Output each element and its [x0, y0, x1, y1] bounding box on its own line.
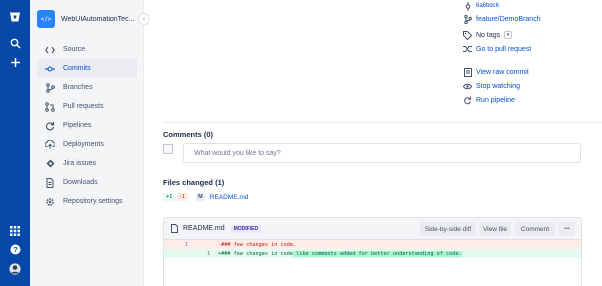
- sidebar-item-label: Branches: [63, 84, 93, 91]
- section-divider: [163, 122, 602, 123]
- sidebar-item-downloads[interactable]: Downloads: [37, 173, 137, 192]
- pull-request-row: Go to pull request: [463, 43, 531, 55]
- watch-row: Stop watching: [463, 80, 520, 92]
- comment-button[interactable]: Comment: [515, 222, 555, 236]
- user-avatar[interactable]: [8, 262, 22, 276]
- diff-code-highlight: like comments added for better understan…: [292, 250, 462, 257]
- sidebar-nav: Source Commits Branches Pull requests Pi…: [37, 40, 137, 211]
- sidebar-item-label: Source: [63, 46, 86, 53]
- files-changed-title: Files changed (1): [163, 178, 225, 187]
- changed-file-link[interactable]: README.md: [210, 194, 249, 201]
- pipeline-icon: [463, 96, 472, 105]
- repo-header[interactable]: </> WebUIAutomationTec...: [37, 7, 137, 31]
- pipelines-icon: [45, 121, 55, 131]
- collapse-sidebar-button[interactable]: ‹: [138, 13, 150, 25]
- commits-icon: [45, 64, 55, 74]
- eye-icon: [463, 82, 472, 91]
- sidebar-item-label: Pull requests: [63, 103, 104, 110]
- chevron-left-icon: ‹: [142, 15, 146, 23]
- tag-icon: [463, 30, 472, 40]
- comment-input[interactable]: What would you like to say?: [183, 143, 581, 163]
- global-navigation: ?: [0, 0, 30, 286]
- sidebar-item-pull-requests[interactable]: Pull requests: [37, 97, 137, 116]
- diff-status-lozenge: MODIFIED: [230, 224, 262, 233]
- sidebar-item-branches[interactable]: Branches: [37, 78, 137, 97]
- more-actions-button[interactable]: •••: [559, 222, 575, 236]
- branch-link[interactable]: feature/DemoBranch: [476, 16, 541, 23]
- diff-line-added: 1 +### few changes in code like comments…: [164, 249, 581, 258]
- create-plus-icon[interactable]: [8, 55, 22, 69]
- svg-text:?: ?: [13, 245, 18, 254]
- comment-author-avatar: [163, 144, 173, 154]
- sidebar-item-source[interactable]: Source: [37, 40, 137, 59]
- repo-avatar-icon: </>: [37, 10, 55, 28]
- branch-icon: [463, 14, 472, 24]
- tags-label: No tags: [476, 31, 501, 39]
- jira-icon: [45, 159, 55, 169]
- file-icon: [170, 224, 178, 233]
- search-icon[interactable]: [8, 36, 22, 50]
- sidebar-item-label: Commits: [63, 65, 91, 72]
- sidebar-item-label: Pipelines: [63, 122, 92, 129]
- go-to-pull-request-link[interactable]: Go to pull request: [476, 46, 531, 53]
- deployments-icon: [45, 140, 55, 150]
- diff-line-removed: 1 -### few changes in code.: [164, 240, 581, 249]
- sidebar-item-pipelines[interactable]: Pipelines: [37, 116, 137, 135]
- diff-code: -### few changes in code.: [218, 242, 296, 248]
- sidebar-item-label: Jira issues: [63, 160, 97, 167]
- app-switcher-icon[interactable]: [8, 224, 22, 238]
- sidebar-item-commits[interactable]: Commits: [37, 59, 137, 78]
- view-raw-commit-link[interactable]: View raw commit: [476, 69, 529, 76]
- repo-name[interactable]: WebUIAutomationTec...: [61, 16, 135, 23]
- sidebar-item-label: Repository settings: [63, 198, 123, 205]
- modified-status-badge: M: [196, 193, 205, 201]
- bitbucket-logo-icon[interactable]: [8, 10, 22, 24]
- pull-requests-icon: [45, 101, 55, 112]
- commit-hash[interactable]: 6a6bdc6: [476, 3, 499, 9]
- diff-code-text: ### few changes in code.: [221, 241, 297, 248]
- sidebar-item-repository-settings[interactable]: Repository settings: [37, 192, 137, 211]
- diff-code-text: ### few changes in code: [221, 250, 293, 257]
- sidebar-item-label: Downloads: [63, 179, 98, 186]
- run-pipeline-row: Run pipeline: [463, 94, 515, 106]
- project-sidebar: </> WebUIAutomationTec... Source Commits…: [30, 0, 144, 286]
- shuffle-pull-request-icon: [463, 45, 472, 54]
- diff-header: README.md MODIFIED Side-by-side diff Vie…: [164, 218, 581, 240]
- branches-icon: [45, 82, 55, 93]
- downloads-icon: [45, 177, 55, 188]
- diff-code: +### few changes in code like comments a…: [218, 250, 462, 257]
- old-line-number: 1: [184, 241, 188, 248]
- commit-icon: [463, 1, 472, 11]
- deletions-badge: -1: [177, 193, 189, 201]
- tags-row: No tags ▾: [463, 29, 513, 41]
- sidebar-item-deployments[interactable]: Deployments: [37, 135, 137, 154]
- settings-gear-icon: [45, 197, 55, 207]
- tags-dropdown-button[interactable]: ▾: [504, 31, 513, 39]
- additions-badge: +1: [163, 193, 176, 201]
- commit-hash-row: 6a6bdc6: [463, 0, 499, 12]
- raw-commit-row: View raw commit: [463, 66, 529, 78]
- branch-row: feature/DemoBranch: [463, 13, 541, 25]
- run-pipeline-link[interactable]: Run pipeline: [476, 97, 515, 104]
- sidebar-item-jira-issues[interactable]: Jira issues: [37, 154, 137, 173]
- sidebar-item-label: Deployments: [63, 141, 104, 148]
- source-code-icon: [45, 45, 55, 55]
- help-icon[interactable]: ?: [8, 242, 22, 256]
- side-by-side-diff-button[interactable]: Side-by-side diff: [420, 222, 476, 236]
- comments-title: Comments (0): [163, 130, 214, 139]
- new-line-number: 1: [206, 250, 210, 257]
- diff-file-name: README.md: [183, 225, 225, 232]
- document-icon: [463, 67, 472, 77]
- view-file-button[interactable]: View file: [479, 222, 511, 236]
- chevron-down-icon: ▾: [506, 32, 510, 38]
- stop-watching-link[interactable]: Stop watching: [476, 83, 520, 90]
- changed-file-row: +1 -1 M README.md: [163, 192, 248, 202]
